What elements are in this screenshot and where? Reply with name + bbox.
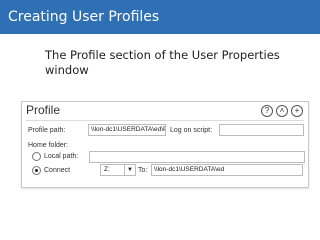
plus-icon[interactable]: +	[291, 105, 303, 117]
logon-script-input[interactable]	[219, 124, 304, 136]
slide-caption: The Profile section of the User Properti…	[45, 48, 280, 77]
drive-select[interactable]: Z: ▼	[100, 164, 136, 176]
local-path-radio[interactable]	[32, 152, 41, 161]
chevron-down-icon: ▼	[124, 165, 135, 175]
connect-radio[interactable]	[32, 166, 41, 175]
drive-select-value: Z:	[104, 166, 110, 173]
help-icon[interactable]: ?	[261, 105, 273, 117]
connect-to-input[interactable]: \\lon-dc1\USERDATA\ed	[151, 164, 303, 176]
local-path-label: Local path:	[44, 153, 79, 160]
chevron-up-icon[interactable]: ˄	[276, 105, 288, 117]
to-label: To:	[138, 167, 148, 174]
slide-title: Creating User Profiles	[8, 9, 160, 25]
local-path-input[interactable]	[89, 151, 305, 163]
profile-path-input[interactable]: \\lon-dc1\USERDATA\ed\Profile	[88, 124, 166, 136]
profile-path-label: Profile path:	[28, 127, 66, 134]
home-folder-label: Home folder:	[28, 142, 69, 149]
logon-script-label: Log on script:	[170, 127, 213, 134]
slide-title-bar: Creating User Profiles	[0, 0, 320, 34]
profile-section-screenshot: Profile ? ˄ + Profile path: \\lon-dc1\US…	[21, 101, 309, 188]
header-divider	[26, 120, 304, 121]
profile-section-heading: Profile	[26, 103, 61, 117]
profile-section-header: Profile ? ˄ +	[22, 102, 308, 120]
connect-label: Connect	[44, 167, 71, 174]
